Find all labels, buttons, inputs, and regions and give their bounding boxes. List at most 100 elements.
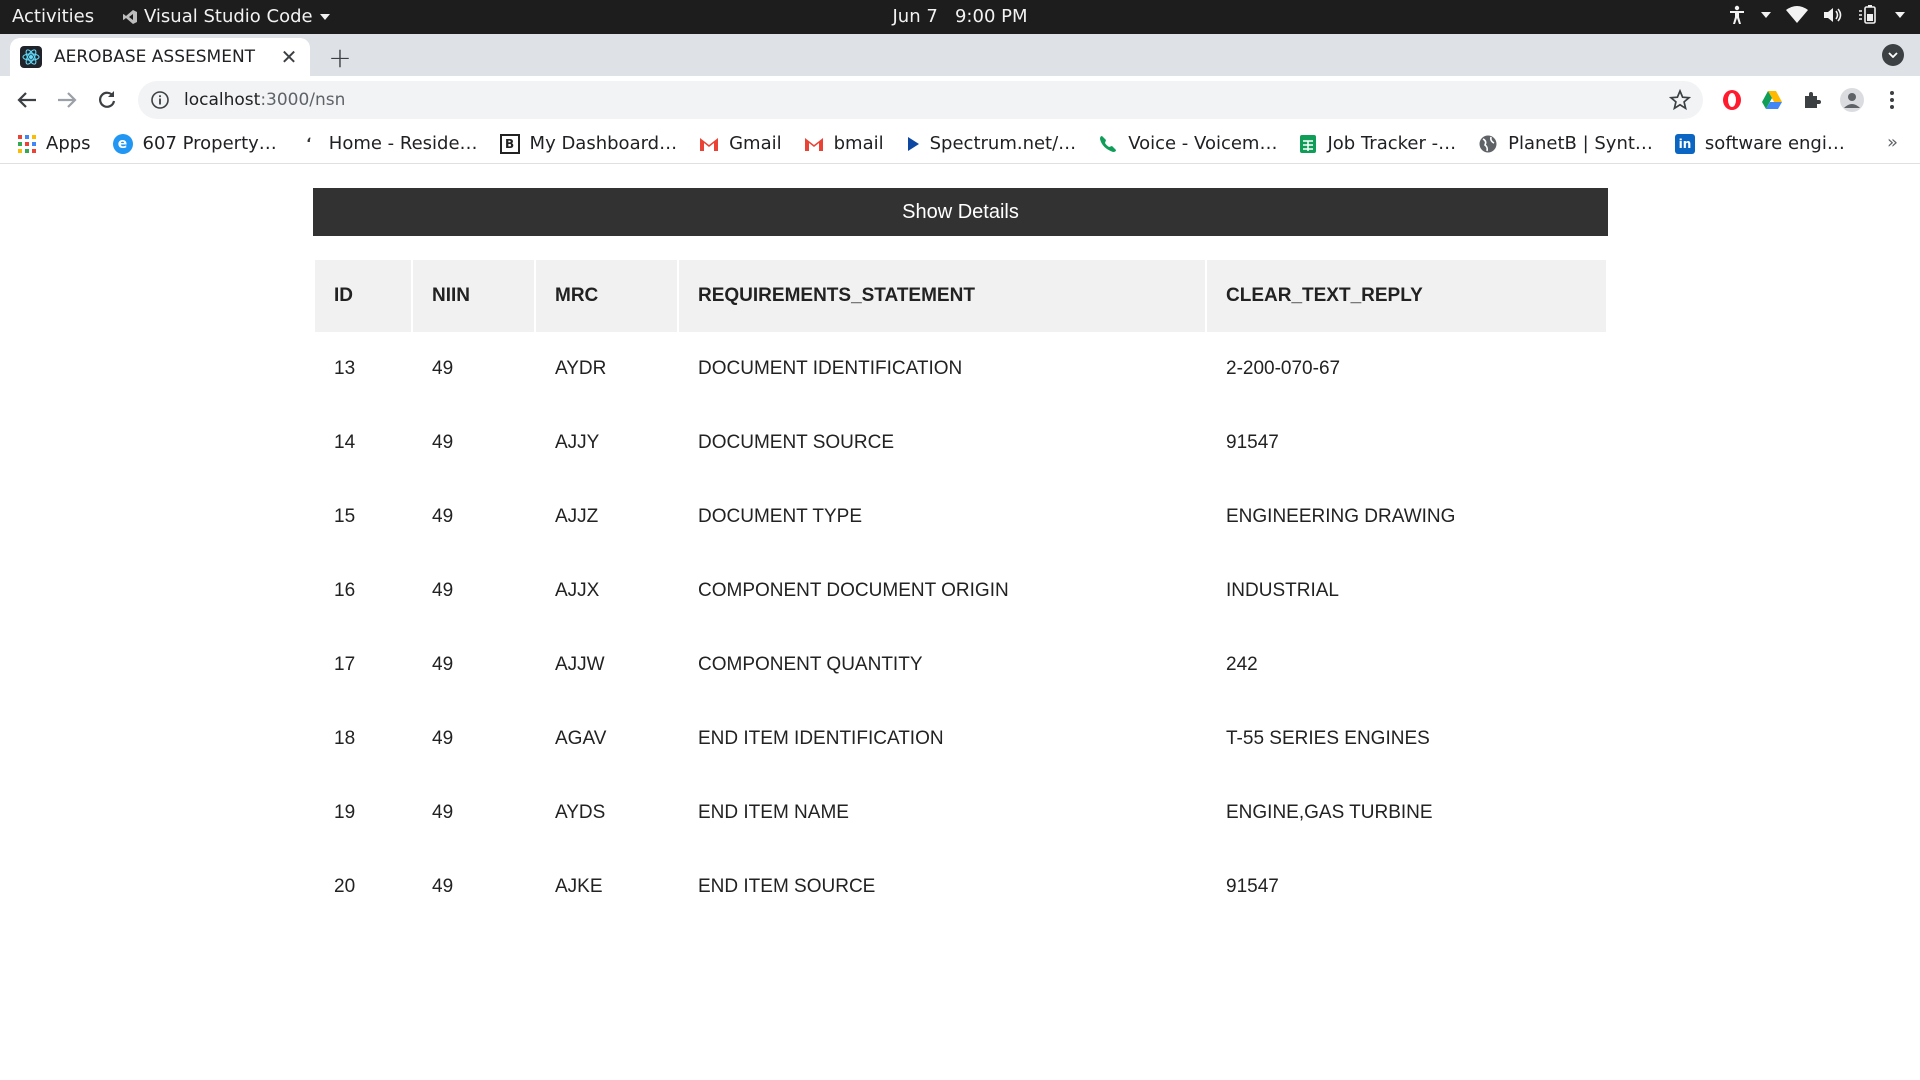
bookmark-item[interactable]: e 607 Property… (112, 133, 277, 154)
linkedin-icon: in (1674, 133, 1695, 154)
voice-icon (1100, 135, 1117, 152)
chevron-down-icon[interactable] (1760, 11, 1772, 19)
battery-icon[interactable] (1858, 5, 1880, 25)
cell-requirements-statement: END ITEM IDENTIFICATION (698, 728, 944, 749)
cell-requirements-statement: DOCUMENT IDENTIFICATION (698, 358, 963, 379)
chevron-down-icon[interactable] (1894, 11, 1906, 19)
app-menu[interactable]: Visual Studio Code (122, 6, 331, 27)
cell-niin: 49 (432, 580, 454, 601)
table-row: 15 49 AJJZ DOCUMENT TYPE ENGINEERING DRA… (315, 480, 1606, 554)
react-icon (20, 46, 42, 68)
sheets-icon (1300, 134, 1317, 153)
cell-niin: 49 (432, 654, 454, 675)
puzzle-icon[interactable] (1800, 88, 1824, 112)
gmail-icon (700, 137, 719, 151)
reload-icon (99, 91, 116, 108)
bookmark-label: bmail (833, 133, 884, 154)
clock-date[interactable]: Jun 7 (892, 6, 937, 27)
cell-clear-text-reply: 242 (1226, 654, 1258, 675)
cell-mrc: AJJX (555, 580, 600, 601)
opera-icon[interactable] (1720, 88, 1744, 112)
bookmark-item[interactable]: B My Dashboard… (499, 133, 677, 154)
bookmark-label: Apps (46, 133, 91, 154)
cell-id: 18 (334, 728, 356, 749)
cell-requirements-statement: END ITEM NAME (698, 802, 849, 823)
cell-niin: 49 (432, 358, 454, 379)
bookmark-apps[interactable]: Apps (18, 133, 91, 154)
arrow-right-icon (58, 92, 77, 108)
column-header-clear-text-reply[interactable]: CLEAR_TEXT_REPLY (1207, 260, 1606, 332)
cell-niin: 49 (432, 432, 454, 453)
bookmark-star-icon[interactable] (1669, 89, 1691, 111)
column-header-id[interactable]: ID (315, 260, 411, 332)
show-details-button[interactable]: Show Details (313, 188, 1608, 236)
cell-id: 13 (334, 358, 356, 379)
table-row: 19 49 AYDS END ITEM NAME ENGINE,GAS TURB… (315, 776, 1606, 850)
spectrum-icon (907, 136, 919, 151)
info-icon[interactable] (150, 90, 170, 110)
accessibility-icon[interactable] (1728, 5, 1746, 25)
bookmark-label: 607 Property… (142, 133, 277, 154)
page-content: Show Details ID NIIN MRC REQUIREMENTS_ST… (0, 164, 1920, 1080)
bookmark-item[interactable]: Gmail (699, 133, 782, 154)
app-menu-label: Visual Studio Code (144, 6, 313, 27)
cell-id: 17 (334, 654, 356, 675)
cell-mrc: AJJY (555, 432, 600, 453)
kebab-menu-icon[interactable] (1880, 88, 1904, 112)
table-row: 20 49 AJKE END ITEM SOURCE 91547 (315, 850, 1606, 924)
cell-mrc: AJJW (555, 654, 605, 675)
table-header-row: ID NIIN MRC REQUIREMENTS_STATEMENT CLEAR… (315, 260, 1606, 332)
system-top-bar: Activities Visual Studio Code Jun 7 9:00… (0, 0, 1920, 34)
cell-clear-text-reply: T-55 SERIES ENGINES (1226, 728, 1430, 749)
new-tab-button[interactable]: + (325, 41, 355, 74)
profile-avatar-icon[interactable] (1840, 88, 1864, 112)
cell-id: 20 (334, 876, 356, 897)
browser-tab[interactable]: AEROBASE ASSESMENT ✕ (10, 38, 310, 76)
tab-search-icon[interactable] (1882, 44, 1904, 66)
google-drive-icon[interactable] (1760, 88, 1784, 112)
bookmark-item[interactable]: bmail (804, 133, 884, 154)
clock-time[interactable]: 9:00 PM (955, 6, 1028, 27)
cell-id: 15 (334, 506, 356, 527)
bookmark-item[interactable]: Spectrum.net/… (906, 133, 1077, 154)
column-header-niin[interactable]: NIIN (413, 260, 534, 332)
bookmark-item[interactable]: Voice - Voicem… (1098, 133, 1277, 154)
activities-button[interactable]: Activities (12, 6, 94, 27)
forward-button[interactable] (52, 85, 82, 115)
bookmark-item[interactable]: Job Tracker -… (1299, 133, 1456, 154)
cell-clear-text-reply: 91547 (1226, 432, 1279, 453)
reload-button[interactable] (92, 85, 122, 115)
close-tab-icon[interactable]: ✕ (278, 45, 300, 69)
gmail-icon (804, 137, 823, 151)
bookmark-item[interactable]: in software engi… (1674, 133, 1845, 154)
browser-toolbar: localhost:3000/nsn (0, 76, 1920, 124)
cell-requirements-statement: COMPONENT DOCUMENT ORIGIN (698, 580, 1009, 601)
vscode-icon (123, 9, 137, 24)
cell-niin: 49 (432, 802, 454, 823)
tab-strip: AEROBASE ASSESMENT ✕ + (0, 34, 1920, 76)
cell-clear-text-reply: 2-200-070-67 (1226, 358, 1341, 379)
cell-id: 19 (334, 802, 356, 823)
bookmark-label: Job Tracker -… (1327, 133, 1457, 154)
address-bar[interactable]: localhost:3000/nsn (138, 81, 1703, 119)
cell-id: 16 (334, 580, 356, 601)
bookmark-item[interactable]: ʻ Home - Reside… (299, 133, 477, 154)
column-header-mrc[interactable]: MRC (536, 260, 677, 332)
table-row: 18 49 AGAV END ITEM IDENTIFICATION T-55 … (315, 702, 1606, 776)
wifi-icon[interactable] (1786, 6, 1808, 24)
property-icon: e (112, 133, 133, 154)
cell-requirements-statement: DOCUMENT TYPE (698, 506, 862, 527)
globe-icon (1479, 135, 1497, 152)
apps-grid-icon (18, 134, 36, 153)
cell-clear-text-reply: ENGINE,GAS TURBINE (1226, 802, 1433, 823)
table-row: 16 49 AJJX COMPONENT DOCUMENT ORIGIN IND… (315, 554, 1606, 628)
nsn-table: ID NIIN MRC REQUIREMENTS_STATEMENT CLEAR… (313, 260, 1608, 924)
column-header-requirements-statement[interactable]: REQUIREMENTS_STATEMENT (679, 260, 1205, 332)
bookmarks-overflow-button[interactable]: » (1887, 132, 1898, 153)
volume-icon[interactable] (1822, 6, 1844, 24)
back-button[interactable] (12, 85, 42, 115)
table-row: 14 49 AJJY DOCUMENT SOURCE 91547 (315, 406, 1606, 480)
bookmark-label: Spectrum.net/… (929, 133, 1077, 154)
system-tray[interactable] (1728, 5, 1906, 25)
bookmark-item[interactable]: PlanetB | Synt… (1478, 133, 1653, 154)
